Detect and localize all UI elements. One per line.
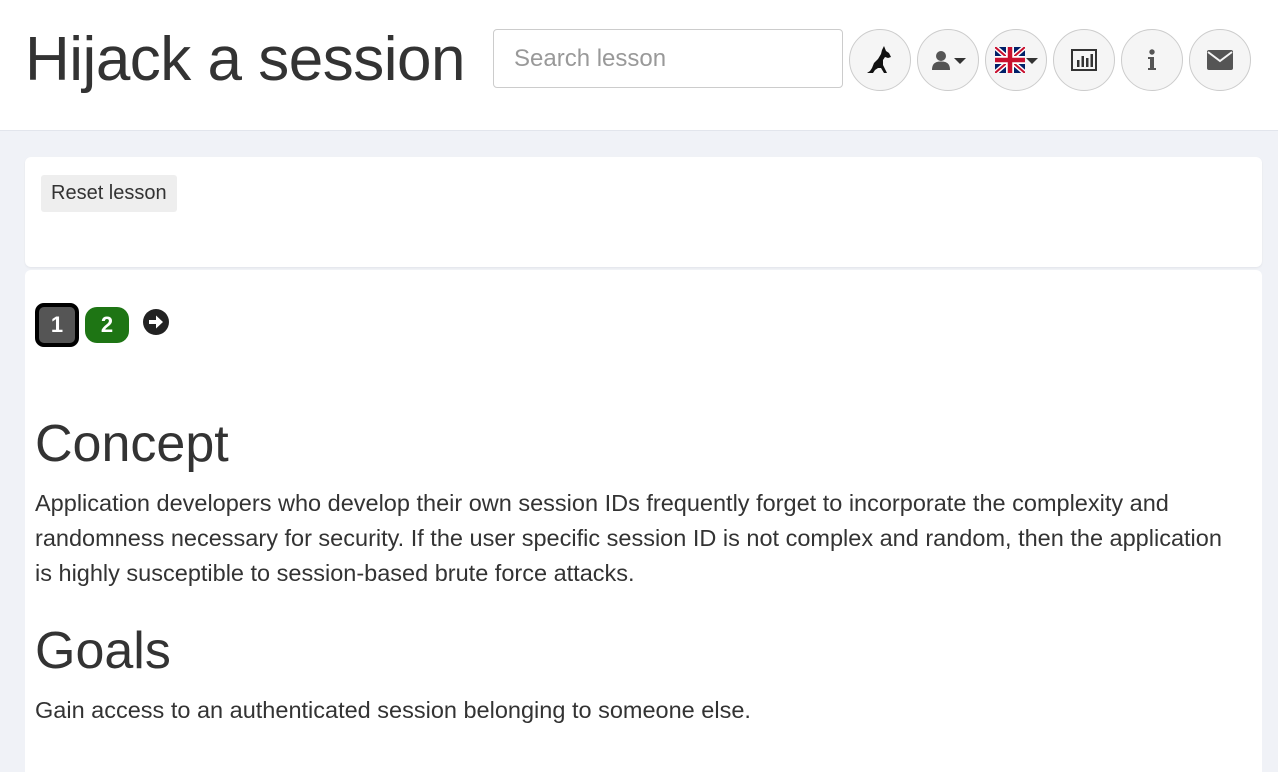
- bar-chart-icon: [1071, 49, 1097, 71]
- user-menu-button[interactable]: [917, 29, 979, 91]
- lesson-content: Concept Application developers who devel…: [35, 410, 1235, 754]
- search-input[interactable]: [493, 29, 843, 88]
- page-link-2[interactable]: 2: [85, 307, 129, 343]
- envelope-icon: [1207, 50, 1233, 70]
- header: Hijack a session: [0, 0, 1278, 131]
- arrow-right-circle-icon[interactable]: [142, 308, 170, 341]
- chevron-down-icon: [1025, 58, 1038, 64]
- reset-lesson-button[interactable]: Reset lesson: [41, 175, 177, 212]
- report-card-button[interactable]: [1053, 29, 1115, 91]
- language-button[interactable]: [985, 29, 1047, 91]
- goals-text: Gain access to an authenticated session …: [35, 697, 751, 723]
- uk-flag-icon: [994, 47, 1025, 73]
- contact-button[interactable]: [1189, 29, 1251, 91]
- concept-text: Application developers who develop their…: [35, 490, 1222, 586]
- user-icon: [931, 50, 951, 70]
- page-link-1[interactable]: 1: [35, 303, 79, 347]
- wolf-button[interactable]: [849, 29, 911, 91]
- lesson-toolbar-card: Reset lesson: [25, 157, 1262, 267]
- page-title: Hijack a session: [25, 25, 465, 94]
- chevron-down-icon: [953, 58, 966, 64]
- wolf-icon: [864, 44, 896, 76]
- concept-heading: Concept: [35, 415, 229, 473]
- about-button[interactable]: [1121, 29, 1183, 91]
- lesson-content-card: 1 2 Concept Application developers who d…: [25, 270, 1262, 772]
- goals-heading: Goals: [35, 622, 171, 680]
- info-icon: [1147, 49, 1157, 71]
